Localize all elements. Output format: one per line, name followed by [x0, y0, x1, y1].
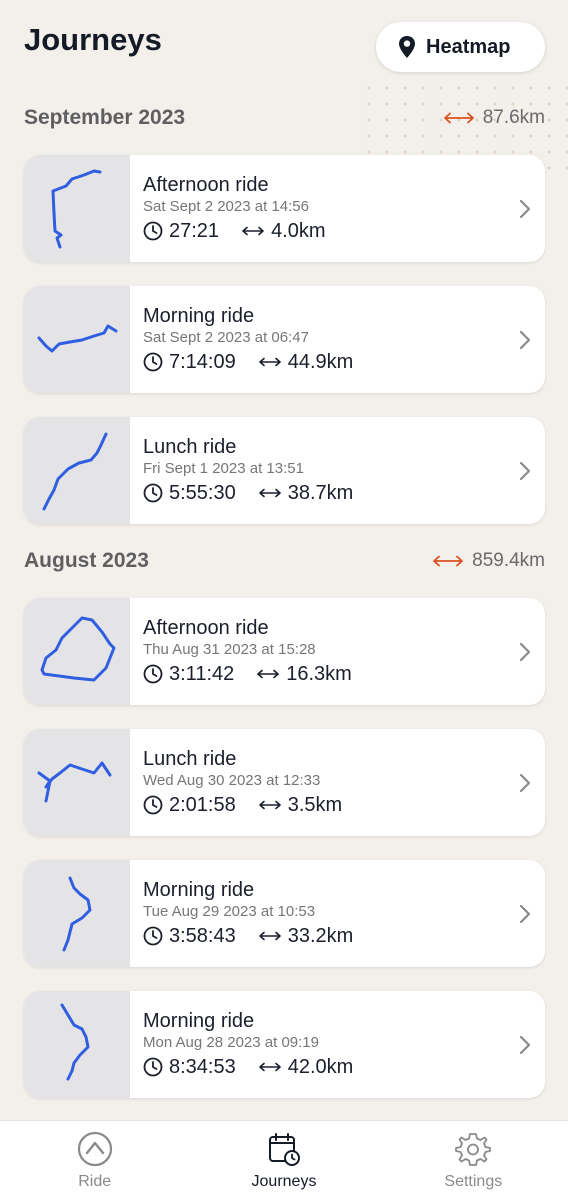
section-total: 859.4km [432, 550, 545, 572]
route-thumbnail [24, 417, 130, 524]
distance-icon [258, 800, 281, 810]
chevron-right-icon [519, 642, 531, 661]
page-title: Journeys [24, 22, 162, 57]
clock-icon [143, 352, 163, 372]
tab-label: Ride [78, 1173, 112, 1190]
journey-card[interactable]: Lunch ride Wed Aug 30 2023 at 12:33 2:01… [24, 729, 545, 836]
chevron-right-icon [519, 904, 531, 923]
journey-date: Wed Aug 30 2023 at 12:33 [143, 772, 321, 789]
clock-icon [143, 795, 163, 815]
clock-icon [143, 664, 163, 684]
section-header-september: September 2023 87.6km [24, 103, 545, 133]
heatmap-label: Heatmap [426, 35, 511, 58]
journey-duration: 3:58:43 [169, 925, 236, 947]
journey-distance: 3.5km [287, 794, 343, 816]
clock-icon [143, 221, 163, 241]
journey-name: Morning ride [143, 1010, 255, 1032]
journey-date: Thu Aug 31 2023 at 15:28 [143, 641, 316, 658]
journey-distance: 42.0km [287, 1056, 354, 1078]
journey-distance: 33.2km [287, 925, 354, 947]
route-thumbnail [24, 729, 130, 836]
distance-icon [258, 931, 281, 941]
distance-arrow-icon [433, 555, 464, 567]
section-header-august: August 2023 859.4km [24, 546, 545, 576]
section-total-value: 87.6km [482, 107, 545, 128]
ride-icon [77, 1131, 112, 1167]
header: Journeys Heatmap [0, 0, 568, 100]
chevron-right-icon [519, 199, 531, 218]
clock-icon [143, 926, 163, 946]
map-pin-icon [399, 36, 415, 58]
journey-date: Sat Sept 2 2023 at 06:47 [143, 329, 309, 346]
route-thumbnail [24, 598, 130, 705]
journey-date: Fri Sept 1 2023 at 13:51 [143, 460, 304, 477]
section-title: September 2023 [24, 106, 186, 129]
gear-icon [455, 1133, 492, 1166]
distance-icon [242, 226, 264, 236]
journey-date: Tue Aug 29 2023 at 10:53 [143, 903, 316, 920]
journey-distance: 4.0km [271, 220, 326, 242]
journey-duration: 2:01:58 [169, 794, 236, 816]
route-thumbnail [24, 286, 130, 393]
heatmap-button[interactable]: Heatmap [376, 22, 545, 72]
journey-card[interactable]: Afternoon ride Thu Aug 31 2023 at 15:28 … [24, 598, 545, 705]
distance-icon [258, 357, 281, 367]
distance-icon [258, 488, 281, 498]
journey-duration: 7:14:09 [169, 351, 236, 373]
route-thumbnail [24, 155, 130, 262]
tab-label: Settings [444, 1173, 503, 1190]
journey-name: Lunch ride [143, 436, 237, 458]
route-thumbnail [24, 991, 130, 1098]
journey-card[interactable]: Morning ride Sat Sept 2 2023 at 06:47 7:… [24, 286, 545, 393]
journey-duration: 5:55:30 [169, 482, 236, 504]
distance-arrow-icon [443, 112, 474, 124]
chevron-right-icon [519, 461, 531, 480]
journey-name: Afternoon ride [143, 617, 269, 639]
chevron-right-icon [519, 773, 531, 792]
journey-date: Sat Sept 2 2023 at 14:56 [143, 198, 309, 215]
journey-date: Mon Aug 28 2023 at 09:19 [143, 1034, 319, 1051]
journey-name: Afternoon ride [143, 174, 269, 196]
journey-duration: 8:34:53 [169, 1056, 236, 1078]
journey-duration: 3:11:42 [169, 663, 235, 685]
tab-ride[interactable]: Ride [0, 1121, 189, 1200]
route-thumbnail [24, 860, 130, 967]
distance-icon [257, 669, 280, 679]
journey-card[interactable]: Morning ride Mon Aug 28 2023 at 09:19 8:… [24, 991, 545, 1098]
journey-card[interactable]: Lunch ride Fri Sept 1 2023 at 13:51 5:55… [24, 417, 545, 524]
journey-duration: 27:21 [169, 220, 220, 242]
clock-icon [143, 483, 163, 503]
journey-card[interactable]: Morning ride Tue Aug 29 2023 at 10:53 3:… [24, 860, 545, 967]
clock-icon [143, 1057, 163, 1077]
bottom-tab-bar: Ride Journeys Settings [0, 1120, 568, 1200]
chevron-right-icon [519, 330, 531, 349]
journey-name: Morning ride [143, 879, 255, 901]
journey-distance: 16.3km [286, 663, 352, 685]
journey-name: Lunch ride [143, 748, 237, 770]
journey-name: Morning ride [143, 305, 255, 327]
tab-settings[interactable]: Settings [379, 1121, 568, 1200]
journey-distance: 38.7km [287, 482, 354, 504]
distance-icon [258, 1062, 281, 1072]
section-total: 87.6km [443, 107, 545, 129]
chevron-right-icon [519, 1035, 531, 1054]
journey-card[interactable]: Afternoon ride Sat Sept 2 2023 at 14:56 … [24, 155, 545, 262]
journey-distance: 44.9km [287, 351, 354, 373]
section-title: August 2023 [24, 549, 149, 572]
calendar-clock-icon [268, 1133, 300, 1166]
section-total-value: 859.4km [472, 550, 545, 571]
tab-journeys[interactable]: Journeys [189, 1121, 378, 1200]
tab-label: Journeys [251, 1173, 317, 1190]
